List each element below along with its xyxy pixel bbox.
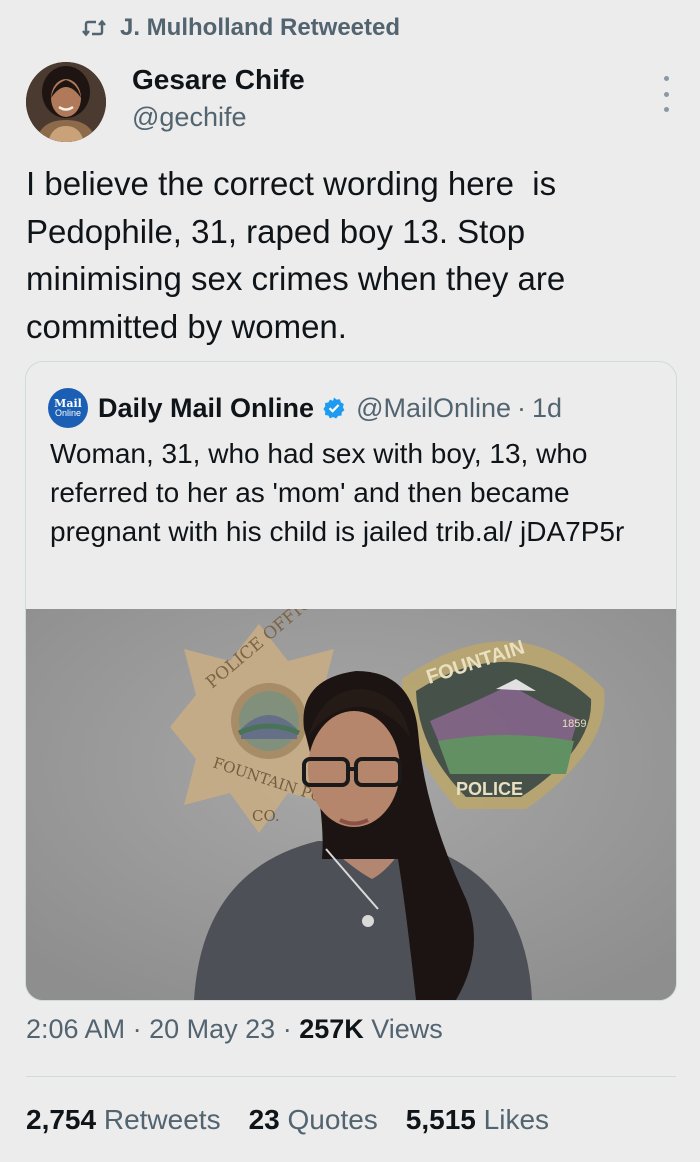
avatar[interactable] (26, 62, 106, 142)
tweet-author: Gesare Chife @gechife (26, 62, 676, 142)
quoted-tweet-header: Mail Online Daily Mail Online @MailOnlin… (48, 388, 562, 428)
author-handle[interactable]: @gechife (132, 102, 246, 133)
more-options-icon[interactable] (656, 76, 676, 112)
retweet-icon (82, 19, 106, 37)
quoted-tweet-card[interactable]: Mail Online Daily Mail Online @MailOnlin… (25, 361, 677, 1001)
retweeted-by-text: J. Mulholland Retweeted (120, 14, 401, 41)
engagement-stats: 2,754 Retweets 23 Quotes 5,515 Likes (26, 1104, 549, 1136)
tweet-date: 20 May 23 (149, 1014, 276, 1044)
retweeted-by-line[interactable]: J. Mulholland Retweeted (82, 14, 400, 42)
badge-co-text: CO. (252, 807, 280, 825)
views-count: 257K (299, 1014, 364, 1044)
quotes-stat[interactable]: 23 Quotes (249, 1104, 378, 1136)
quoted-tweet-image[interactable]: POLICE OFFICER FOUNTAIN PO CO. FOUNTAIN … (26, 609, 676, 1000)
quoted-tweet-text: Woman, 31, who had sex with boy, 13, who… (50, 438, 625, 547)
retweets-stat[interactable]: 2,754 Retweets (26, 1104, 221, 1136)
author-name[interactable]: Gesare Chife (132, 64, 305, 96)
divider (26, 1076, 676, 1077)
quoted-author-handle[interactable]: @MailOnline (356, 393, 511, 424)
verified-badge-icon (323, 397, 345, 419)
tweet-text: I believe the correct wording here is Pe… (26, 165, 575, 345)
avatar-image (26, 62, 106, 142)
daily-mail-logo[interactable]: Mail Online (48, 388, 88, 428)
badge-police-text: POLICE (456, 779, 523, 799)
tweet-time: 2:06 AM (26, 1014, 126, 1044)
separator-dot: · (517, 392, 527, 423)
badge-year-text: 1859 (562, 718, 586, 730)
likes-stat[interactable]: 5,515 Likes (406, 1104, 549, 1136)
mugshot-photo: POLICE OFFICER FOUNTAIN PO CO. FOUNTAIN … (26, 609, 676, 1000)
tweet-timestamp[interactable]: 2:06 AM · 20 May 23 · 257K Views (26, 1014, 443, 1045)
views-label: Views (371, 1014, 443, 1044)
quoted-tweet-time[interactable]: 1d (532, 393, 562, 424)
quoted-author-name[interactable]: Daily Mail Online (98, 393, 314, 424)
